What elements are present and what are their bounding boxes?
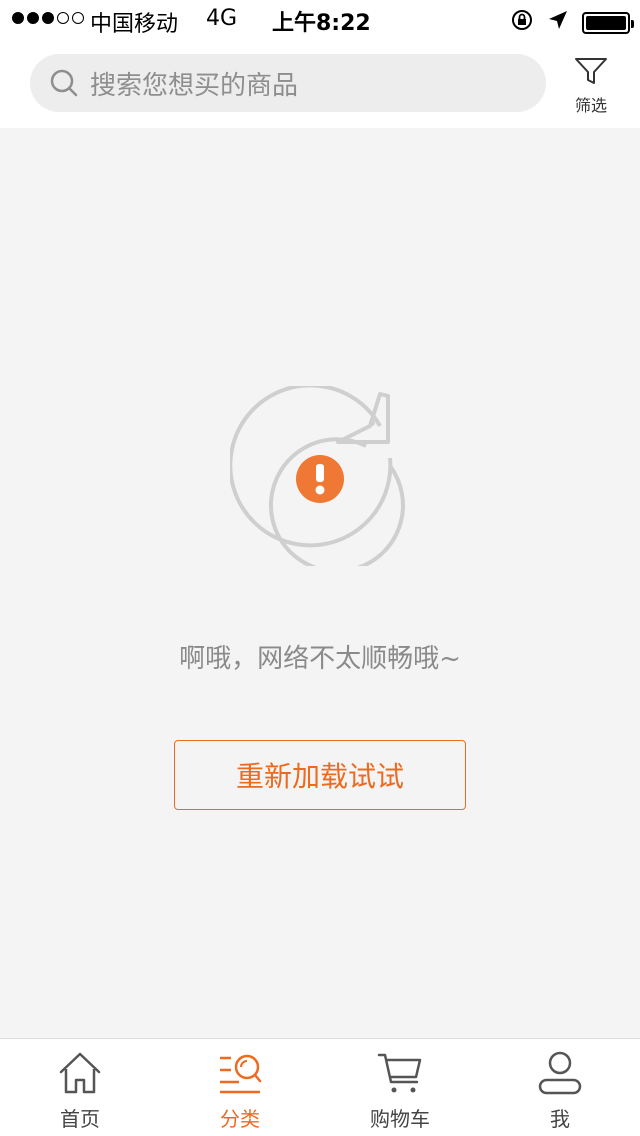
tab-label-me: 我 bbox=[550, 1107, 570, 1131]
reload-warning-icon bbox=[228, 383, 410, 574]
user-icon bbox=[536, 1049, 584, 1097]
battery-icon bbox=[582, 12, 634, 34]
filter-button[interactable]: 筛选 bbox=[566, 56, 616, 116]
reload-button[interactable]: 重新加载试试 bbox=[174, 740, 466, 810]
status-time: 上午8:22 bbox=[272, 11, 371, 36]
network-type: 4G bbox=[206, 6, 238, 31]
filter-icon bbox=[573, 56, 609, 90]
tab-label-cart: 购物车 bbox=[370, 1107, 430, 1131]
filter-label: 筛选 bbox=[574, 96, 607, 115]
home-icon bbox=[56, 1049, 104, 1097]
header: 搜索您想买的商品 筛选 bbox=[0, 40, 640, 128]
orientation-lock-icon bbox=[510, 8, 534, 38]
status-bar: 中国移动 4G 上午8:22 bbox=[0, 0, 640, 40]
tab-bar: 首页 分类 购物车 我 bbox=[0, 1038, 640, 1136]
tab-cart[interactable]: 购物车 bbox=[320, 1039, 480, 1136]
search-placeholder: 搜索您想买的商品 bbox=[90, 70, 299, 101]
signal-strength-icon bbox=[12, 12, 84, 24]
category-icon bbox=[216, 1049, 264, 1097]
tab-category[interactable]: 分类 bbox=[160, 1039, 320, 1136]
tab-me[interactable]: 我 bbox=[480, 1039, 640, 1136]
location-arrow-icon bbox=[548, 10, 568, 36]
search-icon bbox=[48, 67, 80, 99]
tab-label-category: 分类 bbox=[220, 1107, 260, 1131]
carrier-name: 中国移动 bbox=[90, 12, 179, 37]
tab-label-home: 首页 bbox=[60, 1107, 100, 1131]
error-message: 啊哦，网络不太顺畅哦~ bbox=[179, 644, 461, 674]
cart-icon bbox=[376, 1049, 424, 1097]
tab-home[interactable]: 首页 bbox=[0, 1039, 160, 1136]
search-input[interactable]: 搜索您想买的商品 bbox=[30, 54, 546, 112]
main-content: 啊哦，网络不太顺畅哦~ 重新加载试试 bbox=[0, 128, 640, 1038]
